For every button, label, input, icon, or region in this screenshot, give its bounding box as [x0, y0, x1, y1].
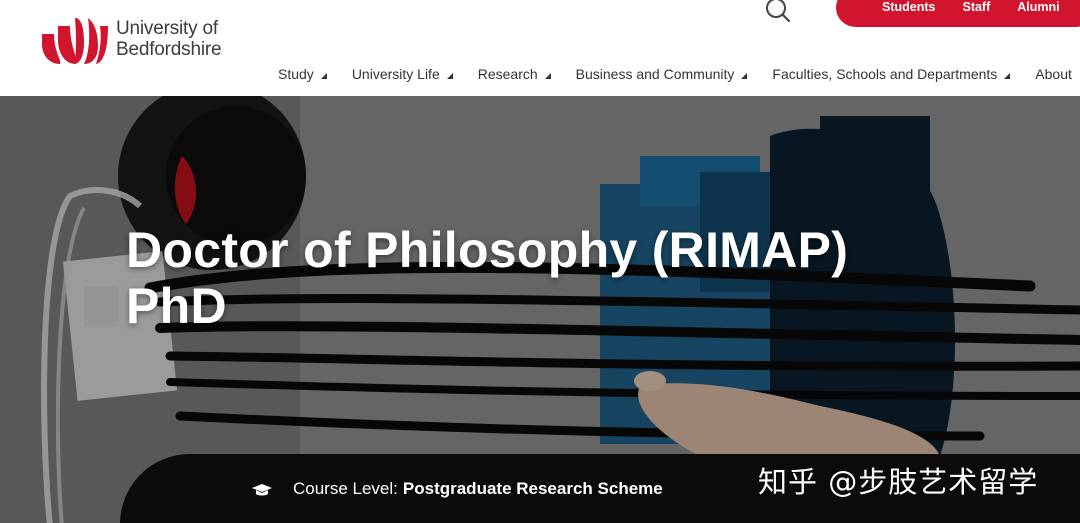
nav-label: Business and Community [575, 66, 735, 82]
hero-banner: Doctor of Philosophy (RIMAP) PhD Course … [0, 96, 1080, 523]
university-logo[interactable]: University of Bedfordshire [40, 12, 222, 66]
logo-line-1: University of [116, 18, 218, 39]
site-header: University of Bedfordshire Students Staf… [0, 0, 1080, 96]
logo-mark-icon [42, 18, 108, 64]
nav-label: Faculties, Schools and Departments [772, 66, 998, 82]
main-nav: Study University Life Research Business … [278, 66, 1080, 82]
nav-label: About [1035, 66, 1072, 82]
nav-label: University Life [351, 66, 440, 82]
logo-line-2: Bedfordshire [116, 39, 222, 60]
dropdown-caret-icon [320, 73, 327, 79]
page-title-line-2: PhD [126, 278, 227, 334]
dropdown-caret-icon [1004, 73, 1011, 79]
nav-label: Research [477, 66, 538, 82]
search-icon[interactable] [764, 0, 792, 24]
course-level-value: Postgraduate Research Scheme [402, 479, 663, 498]
watermark-text: 知乎 @步肢艺术留学 [758, 465, 1039, 499]
nav-item-study[interactable]: Study [278, 66, 327, 82]
nav-item-research[interactable]: Research [478, 66, 551, 82]
audience-links-bar: Students Staff Alumni [836, 0, 1080, 27]
nav-item-university-life[interactable]: University Life [352, 66, 453, 82]
page-title: Doctor of Philosophy (RIMAP) PhD [126, 222, 848, 334]
course-level-label: Course Level: [293, 479, 398, 498]
graduation-cap-icon [252, 482, 272, 496]
logo-wordmark: University of Bedfordshire [116, 18, 222, 60]
alumni-link[interactable]: Alumni [1017, 0, 1059, 14]
dropdown-caret-icon [544, 73, 551, 79]
page-title-line-1: Doctor of Philosophy (RIMAP) [126, 222, 849, 278]
nav-item-business-community[interactable]: Business and Community [576, 66, 748, 82]
course-level: Course Level: Postgraduate Research Sche… [252, 479, 663, 499]
dropdown-caret-icon [741, 73, 748, 79]
dropdown-caret-icon [446, 73, 453, 79]
staff-link[interactable]: Staff [962, 0, 990, 14]
nav-item-about[interactable]: About [1035, 66, 1072, 82]
nav-label: Study [278, 66, 314, 82]
nav-item-faculties[interactable]: Faculties, Schools and Departments [772, 66, 1011, 82]
students-link[interactable]: Students [882, 0, 935, 14]
